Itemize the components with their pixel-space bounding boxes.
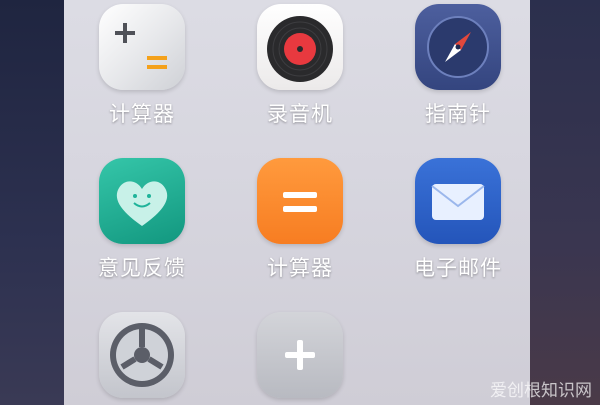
calculator-silver-icon[interactable] — [99, 4, 185, 90]
app-label: 计算器 — [267, 256, 333, 280]
settings-gear-icon[interactable] — [99, 312, 185, 398]
app-calculator-2[interactable]: 计算器 — [230, 158, 370, 282]
app-label: 电子邮件 — [414, 256, 502, 280]
recorder-icon[interactable] — [257, 4, 343, 90]
app-label: 计算器 — [109, 102, 175, 126]
app-compass[interactable]: 指南针 — [388, 4, 528, 128]
app-label: 录音机 — [267, 102, 333, 126]
watermark-text: 爱创根知识网 — [490, 381, 592, 401]
calculator-orange-icon[interactable] — [257, 158, 343, 244]
wallpaper-right — [530, 0, 600, 405]
app-email[interactable]: 电子邮件 — [388, 158, 528, 282]
compass-icon[interactable] — [415, 4, 501, 90]
app-feedback[interactable]: 意见反馈 — [72, 158, 212, 282]
app-add[interactable] — [230, 312, 370, 398]
app-label: 指南针 — [425, 102, 491, 126]
app-calculator[interactable]: 计算器 — [72, 4, 212, 128]
app-settings[interactable] — [72, 312, 212, 398]
feedback-heart-icon[interactable] — [99, 158, 185, 244]
app-label: 意见反馈 — [98, 256, 186, 280]
app-recorder[interactable]: 录音机 — [230, 4, 370, 128]
add-icon[interactable] — [257, 312, 343, 398]
wallpaper-left — [0, 0, 64, 405]
email-icon[interactable] — [415, 158, 501, 244]
